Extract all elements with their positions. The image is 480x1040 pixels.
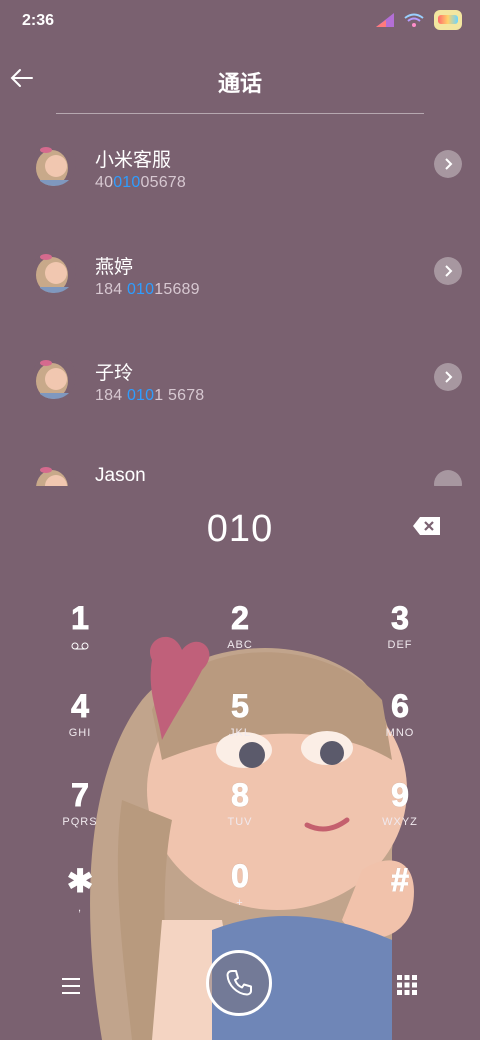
key-3[interactable]: 3 DEF (350, 600, 450, 680)
key-1[interactable]: 1 (30, 600, 130, 680)
menu-icon[interactable] (60, 976, 86, 996)
contact-list: 小米客服 4001005678 燕婷 184 01015689 子玲 184 0… (0, 120, 480, 486)
avatar (32, 142, 76, 186)
signal-icon (376, 13, 394, 27)
list-item[interactable]: 燕婷 184 01015689 (0, 227, 480, 327)
contact-name: Jason (95, 465, 146, 486)
key-8[interactable]: 8 TUV (190, 777, 290, 857)
list-item[interactable]: 子玲 184 0101 5678 (0, 333, 480, 433)
contact-name: 小米客服 (95, 150, 172, 171)
number-highlight: 010 (126, 281, 155, 298)
contact-name: 燕婷 (95, 257, 134, 278)
list-item[interactable]: Jason (0, 440, 480, 486)
chevron-right-icon[interactable] (434, 470, 462, 486)
status-time: 2:36 (22, 12, 55, 29)
number-highlight: 010 (126, 387, 155, 404)
key-2[interactable]: 2 ABC (190, 600, 290, 680)
contact-number: 184 01015689 (95, 281, 200, 298)
key-4[interactable]: 4 GHI (30, 688, 130, 768)
keypad-icon[interactable] (396, 974, 418, 996)
voicemail-icon (71, 642, 89, 650)
dialed-number: 010 (206, 508, 274, 550)
backspace-icon[interactable] (412, 515, 442, 537)
chevron-right-icon[interactable] (434, 257, 462, 285)
status-icons (376, 10, 462, 30)
avatar (32, 355, 76, 399)
key-star[interactable]: ✱ , (30, 862, 130, 942)
call-button[interactable] (206, 950, 272, 1016)
avatar (32, 249, 76, 293)
phone-icon (226, 970, 252, 996)
key-9[interactable]: 9 WXYZ (350, 777, 450, 857)
key-7[interactable]: 7 PQRS (30, 777, 130, 857)
key-5[interactable]: 5 JKL (190, 688, 290, 768)
key-0[interactable]: 0 + (190, 858, 290, 938)
battery-icon (434, 10, 462, 30)
contact-number: 184 0101 5678 (95, 387, 205, 404)
avatar (32, 462, 76, 486)
contact-name: 子玲 (95, 363, 134, 384)
chevron-right-icon[interactable] (434, 363, 462, 391)
wifi-icon (404, 13, 424, 27)
list-item[interactable]: 小米客服 4001005678 (0, 120, 480, 220)
header-divider (56, 113, 424, 114)
contact-number: 4001005678 (95, 174, 186, 191)
chevron-right-icon[interactable] (434, 150, 462, 178)
status-bar: 2:36 (0, 0, 480, 44)
key-6[interactable]: 6 MNO (350, 688, 450, 768)
header: 通话 (0, 54, 480, 110)
key-hash[interactable]: # (350, 862, 450, 942)
number-highlight: 010 (113, 174, 141, 191)
page-title: 通话 (217, 71, 262, 96)
